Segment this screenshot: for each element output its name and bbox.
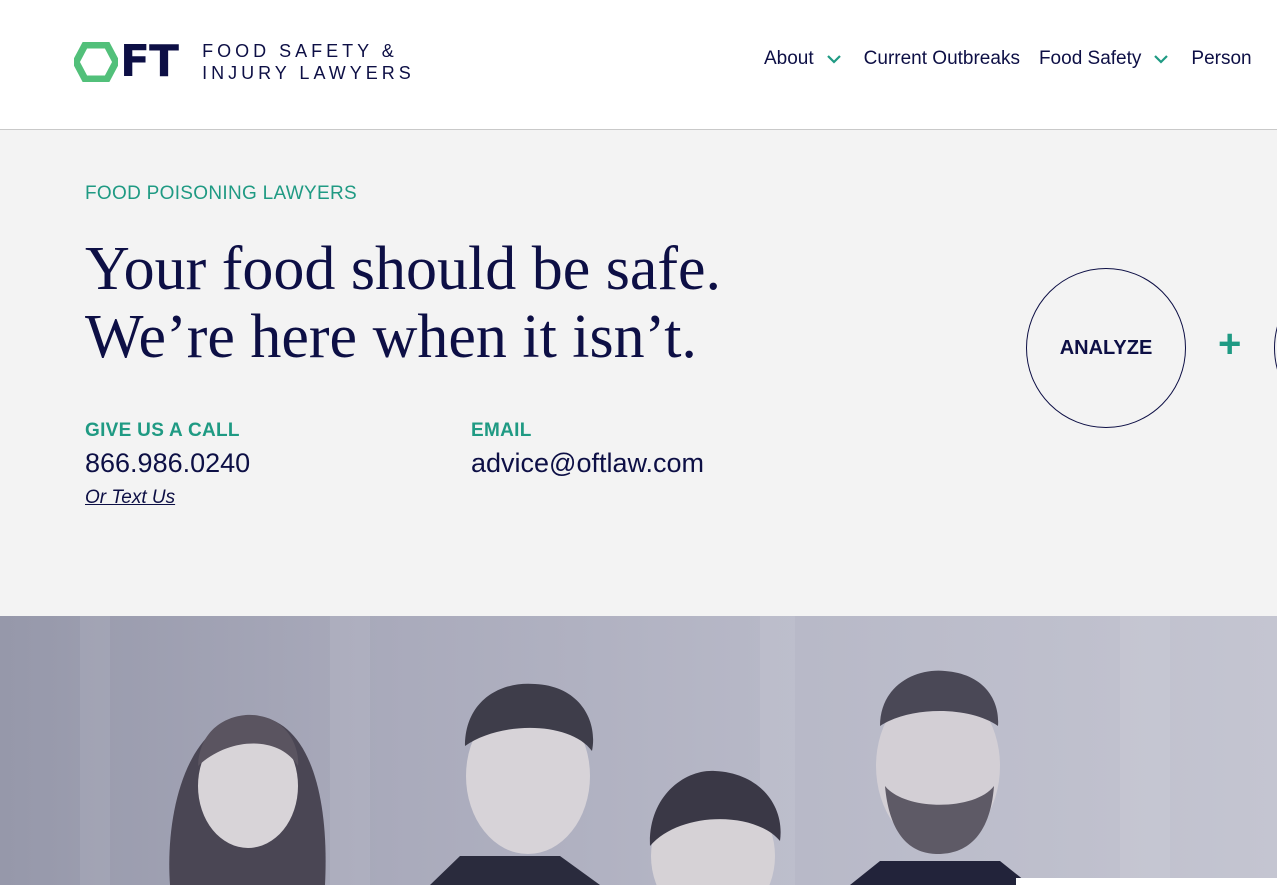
headline-line-2: We’re here when it isn’t. <box>85 303 697 371</box>
team-photo-illustration <box>80 616 1170 885</box>
nav-item-personal[interactable]: Person <box>1191 48 1251 70</box>
email-label: EMAIL <box>471 420 532 441</box>
email-link[interactable]: advice@oftlaw.com <box>471 448 704 479</box>
logo-line-2: INJURY LAWYERS <box>202 63 415 83</box>
hexagon-logo-icon <box>74 42 118 82</box>
nav-item-food-safety[interactable]: Food Safety <box>1039 48 1191 70</box>
chevron-down-icon[interactable] <box>1153 48 1169 70</box>
plus-icon: + <box>1218 322 1242 366</box>
headline-line-1: Your food should be safe. <box>85 235 722 303</box>
call-label: GIVE US A CALL <box>85 420 240 441</box>
overlay-card-edge <box>1016 878 1277 885</box>
nav-item-label: Food Safety <box>1038 48 1142 69</box>
analyze-button[interactable]: ANALYZE <box>1026 268 1186 428</box>
logo-letters: FT <box>120 36 179 87</box>
logo-tagline: FOOD SAFETY & INJURY LAWYERS <box>202 40 415 84</box>
nav-item-label: Person <box>1191 48 1252 69</box>
team-photo <box>0 616 1277 885</box>
analyze-label: ANALYZE <box>1059 336 1153 359</box>
phone-link[interactable]: 866.986.0240 <box>85 448 250 479</box>
nav-item-current-outbreaks[interactable]: Current Outbreaks <box>864 48 1020 70</box>
person-silhouette <box>169 714 326 885</box>
nav-item-label: About <box>764 48 814 69</box>
text-us-link[interactable]: Or Text Us <box>85 487 175 509</box>
hero-headline: Your food should be safe. We’re here whe… <box>85 235 721 371</box>
logo-line-1: FOOD SAFETY & <box>202 41 398 61</box>
site-header: FT FOOD SAFETY & INJURY LAWYERS About Cu… <box>0 0 1277 130</box>
hero-eyebrow: FOOD POISONING LAWYERS <box>85 183 357 204</box>
main-nav: About Current Outbreaks Food Safety Pers… <box>764 48 1252 70</box>
hero-section: FOOD POISONING LAWYERS Your food should … <box>0 130 1277 616</box>
nav-item-about[interactable]: About <box>764 48 864 70</box>
chevron-down-icon[interactable] <box>826 48 842 70</box>
nav-item-label: Current Outbreaks <box>863 48 1020 69</box>
site-logo[interactable]: FT FOOD SAFETY & INJURY LAWYERS <box>74 40 415 84</box>
